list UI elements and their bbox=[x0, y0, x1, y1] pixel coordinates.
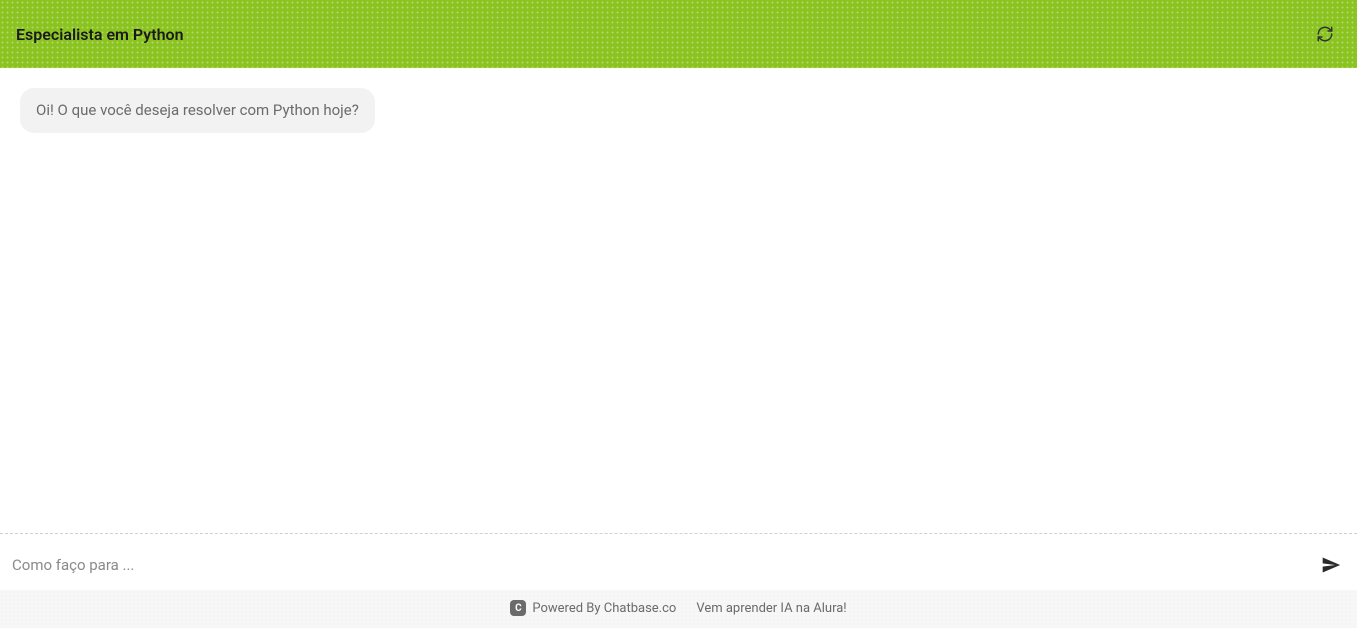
chat-footer: C Powered By Chatbase.co Vem aprender IA… bbox=[0, 590, 1357, 628]
powered-by-link[interactable]: C Powered By Chatbase.co bbox=[510, 600, 676, 616]
refresh-button[interactable] bbox=[1309, 18, 1341, 50]
assistant-message: Oi! O que você deseja resolver com Pytho… bbox=[20, 88, 375, 133]
send-button[interactable] bbox=[1317, 551, 1345, 579]
refresh-icon bbox=[1316, 25, 1334, 43]
send-icon bbox=[1321, 555, 1341, 575]
chat-header: Especialista em Python bbox=[0, 0, 1357, 68]
input-bar bbox=[0, 533, 1357, 590]
chat-title: Especialista em Python bbox=[16, 25, 184, 44]
powered-by-text: Powered By Chatbase.co bbox=[532, 601, 676, 616]
chatbase-badge-icon: C bbox=[510, 600, 526, 616]
chat-messages-area: Oi! O que você deseja resolver com Pytho… bbox=[0, 68, 1357, 533]
message-input[interactable] bbox=[12, 550, 1307, 580]
alura-link[interactable]: Vem aprender IA na Alura! bbox=[696, 601, 846, 616]
